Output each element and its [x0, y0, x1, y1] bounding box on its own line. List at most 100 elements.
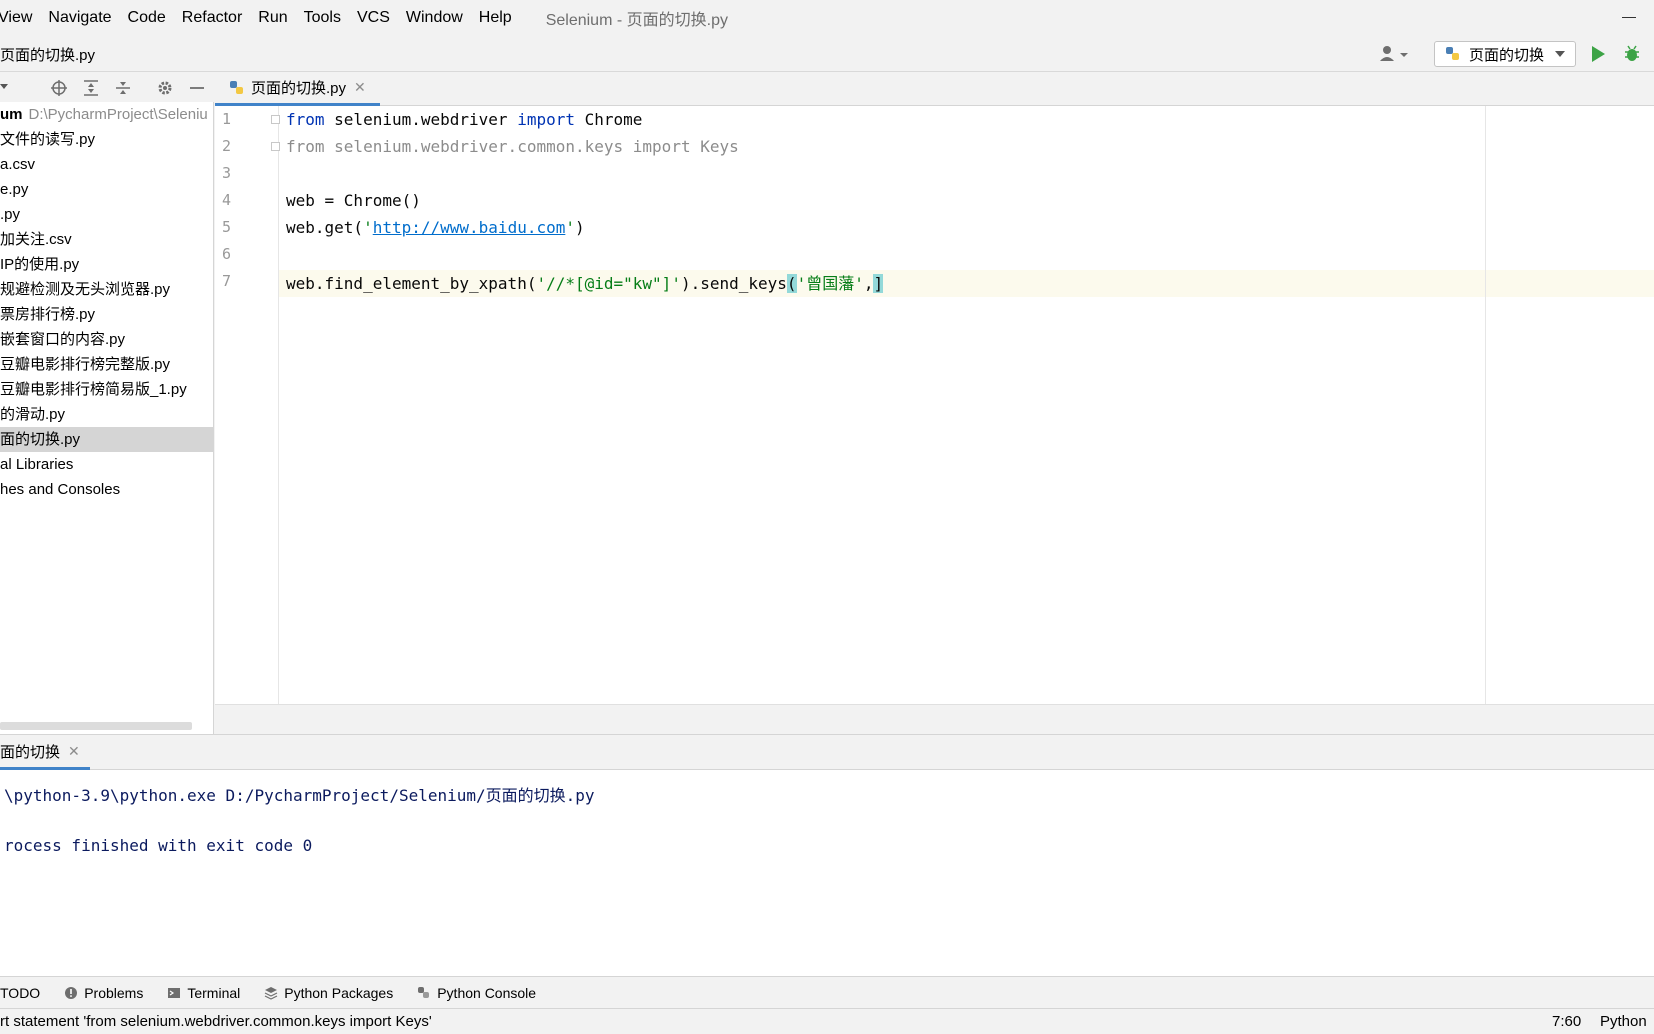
chevron-down-icon[interactable]	[0, 84, 8, 89]
problems-icon	[65, 986, 78, 999]
hide-panel-icon[interactable]	[188, 79, 206, 97]
tool-terminal[interactable]: Terminal	[167, 985, 240, 1001]
python-file-icon	[230, 80, 243, 94]
code-method: ).send_keys	[680, 274, 787, 293]
gear-icon[interactable]	[156, 79, 174, 97]
layers-icon	[264, 986, 278, 1000]
tree-file[interactable]: 豆瓣电影排行榜完整版.py	[0, 352, 214, 377]
line-number: 5	[222, 218, 232, 236]
run-tab[interactable]: 面的切换 ✕	[0, 735, 90, 770]
line-number: 1	[222, 110, 232, 128]
line-number: 2	[222, 137, 232, 155]
close-icon[interactable]: ✕	[354, 79, 366, 96]
tool-problems-label: Problems	[84, 984, 144, 1001]
menu-navigate[interactable]: Navigate	[48, 9, 111, 27]
tree-file-selected[interactable]: 面的切换.py	[0, 427, 214, 452]
horizontal-scrollbar[interactable]	[0, 722, 192, 730]
tree-file[interactable]: 文件的读写.py	[0, 127, 214, 152]
tree-file[interactable]: 规避检测及无头浏览器.py	[0, 277, 214, 302]
code-line-5: web.get('http://www.baidu.com')	[286, 214, 585, 241]
run-button[interactable]	[1592, 46, 1605, 62]
tool-problems[interactable]: Problems	[64, 985, 143, 1001]
console-output-line: rocess finished with exit code 0	[4, 836, 313, 855]
python-console-icon	[418, 986, 430, 998]
tree-file[interactable]: 的滑动.py	[0, 402, 214, 427]
menu-tools[interactable]: Tools	[304, 9, 341, 27]
project-tool-window: um D:\PycharmProject\Seleniu 文件的读写.py a.c…	[0, 72, 214, 734]
tool-python-console-label: Python Console	[437, 984, 537, 1001]
tree-root-path: D:\PycharmProject\Seleniu	[28, 106, 208, 123]
string-xpath: '//*[@id="kw"]'	[536, 274, 681, 293]
fold-marker-icon[interactable]	[271, 115, 280, 124]
string-quote: '	[363, 218, 373, 237]
menu-run[interactable]: Run	[258, 9, 287, 27]
tool-todo[interactable]: TODO	[0, 985, 40, 1001]
code-call: web.find_element_by_xpath(	[286, 274, 537, 293]
editor-gutter: 1 2 3 4 5 6 7	[215, 106, 279, 704]
code-line-7: web.find_element_by_xpath('//*[@id="kw"]…	[286, 270, 884, 297]
string-argument: '曾国藩'	[796, 274, 864, 293]
tree-file[interactable]: IP的使用.py	[0, 252, 214, 277]
close-icon[interactable]: ✕	[68, 743, 80, 760]
url-link[interactable]: http://www.baidu.com	[373, 218, 566, 237]
breadcrumb-file[interactable]: 页面的切换.py	[0, 44, 95, 65]
expand-all-icon[interactable]	[82, 79, 100, 97]
tree-file[interactable]: .py	[0, 202, 214, 227]
tree-root-name: um	[0, 106, 23, 123]
run-configuration-select[interactable]: 页面的切换	[1434, 41, 1576, 67]
tree-file[interactable]: 嵌套窗口的内容.py	[0, 327, 214, 352]
chevron-down-icon	[1555, 51, 1565, 57]
menu-help[interactable]: Help	[479, 9, 512, 27]
navigation-bar: 页面的切换.py 页面的切换	[0, 36, 1654, 72]
code-editor[interactable]: 1 2 3 4 5 6 7 from selenium.webdriver im…	[215, 106, 1654, 704]
menu-vcs[interactable]: VCS	[357, 9, 390, 27]
text-caret: ]	[873, 274, 884, 293]
line-number: 3	[222, 164, 232, 182]
tool-terminal-label: Terminal	[187, 984, 241, 1001]
locate-crosshair-icon[interactable]	[50, 79, 68, 97]
right-margin-guide	[1485, 106, 1486, 704]
menu-window[interactable]: Window	[406, 9, 463, 27]
run-tool-window: 面的切换 ✕ \python-3.9\python.exe D:/Pycharm…	[0, 734, 1654, 976]
tool-window-bar: TODO Problems Terminal Python Packages P…	[0, 976, 1654, 1008]
code-line-1: from selenium.webdriver import Chrome	[286, 106, 642, 133]
menu-code[interactable]: Code	[128, 9, 166, 27]
tree-file[interactable]: 豆瓣电影排行榜简易版_1.py	[0, 377, 214, 402]
fold-marker-icon[interactable]	[271, 142, 280, 151]
menu-view[interactable]: View	[0, 9, 32, 27]
tree-external-libraries[interactable]: al Libraries	[0, 452, 214, 477]
run-tab-bar: 面的切换 ✕	[0, 735, 1654, 770]
module-name: selenium.webdriver	[324, 110, 518, 129]
file-language[interactable]: Python	[1600, 1009, 1647, 1034]
collapse-all-icon[interactable]	[114, 79, 132, 97]
user-icon[interactable]	[1378, 44, 1412, 64]
tree-scratches-consoles[interactable]: hes and Consoles	[0, 477, 214, 502]
matched-paren: (	[786, 274, 797, 293]
tree-root[interactable]: um D:\PycharmProject\Seleniu	[0, 102, 214, 127]
menu-refactor[interactable]: Refactor	[182, 9, 242, 27]
keyword-from: from	[286, 110, 325, 129]
caret-position[interactable]: 7:60	[1552, 1009, 1581, 1034]
import-name: Chrome	[574, 110, 643, 129]
tree-file[interactable]: 票房排行榜.py	[0, 302, 214, 327]
status-bar: rt statement 'from selenium.webdriver.co…	[0, 1008, 1654, 1034]
string-quote: '	[565, 218, 575, 237]
code-line-4: web = Chrome()	[286, 191, 421, 210]
tool-python-console[interactable]: Python Console	[417, 985, 536, 1001]
tree-file[interactable]: 加关注.csv	[0, 227, 214, 252]
tool-python-packages-label: Python Packages	[284, 984, 394, 1001]
menu-bar: View Navigate Code Refactor Run Tools VC…	[0, 0, 1654, 36]
editor-tab-label: 页面的切换.py	[251, 80, 347, 97]
editor-tab-bar: 页面的切换.py ✕	[215, 72, 1654, 106]
line-number: 6	[222, 245, 232, 263]
tree-file[interactable]: a.csv	[0, 152, 214, 177]
keyword-import: import	[517, 110, 575, 129]
run-configuration-label: 页面的切换	[1469, 46, 1545, 64]
tool-python-packages[interactable]: Python Packages	[264, 985, 393, 1001]
status-message: rt statement 'from selenium.webdriver.co…	[0, 1013, 432, 1030]
editor-tab-active[interactable]: 页面的切换.py ✕	[215, 72, 380, 106]
tree-file[interactable]: e.py	[0, 177, 214, 202]
minimize-window-button[interactable]	[1622, 17, 1636, 18]
code-call: web.get(	[286, 218, 364, 237]
debug-bug-icon[interactable]	[1622, 44, 1642, 64]
